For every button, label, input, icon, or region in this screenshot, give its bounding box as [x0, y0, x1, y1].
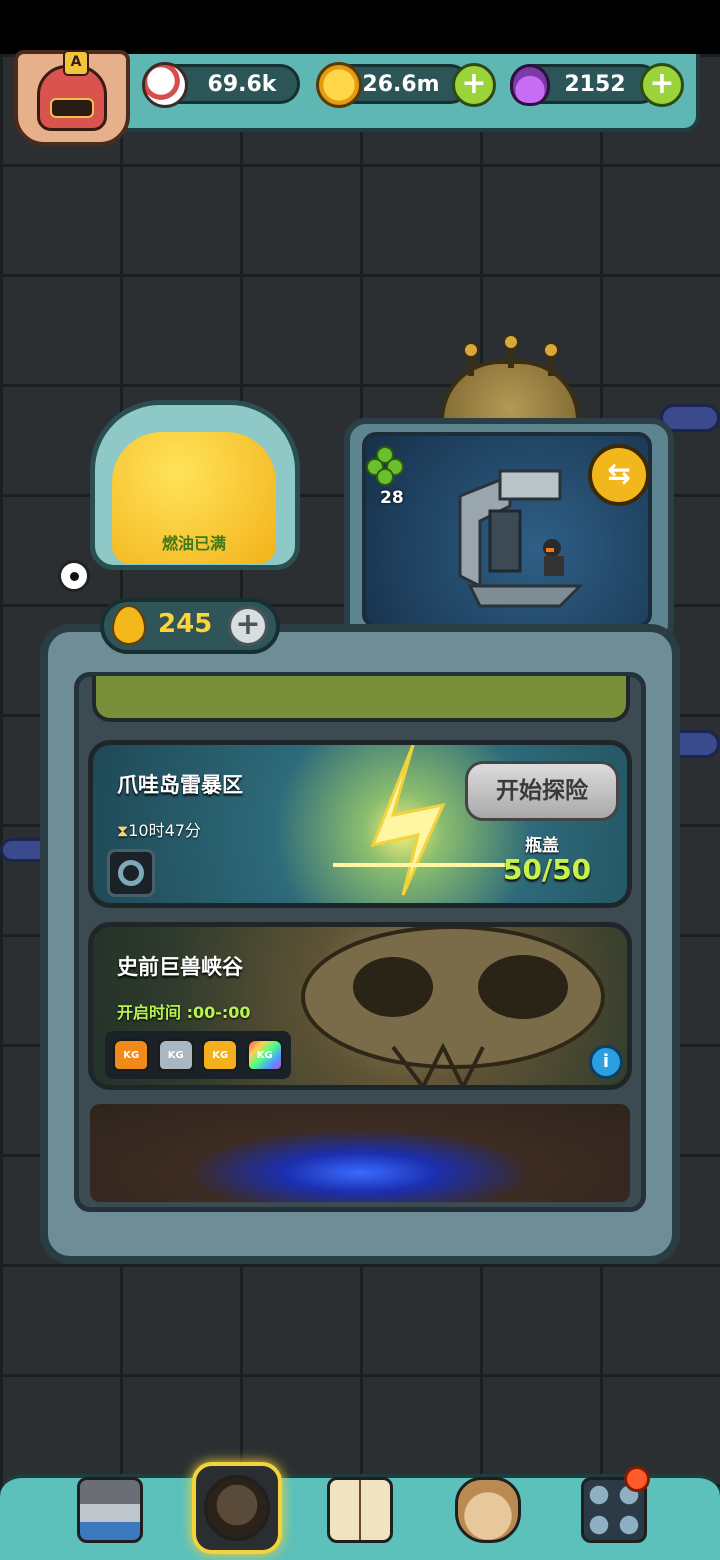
nav-book[interactable]	[318, 1468, 402, 1552]
hourglass-icon: ⧗	[117, 821, 129, 840]
level-timer-value: 10时47分	[128, 821, 201, 840]
drill-rig-illustration	[458, 469, 584, 608]
notification-dot	[624, 1466, 650, 1492]
fuel-drop-icon	[112, 605, 146, 645]
potion-flask-icon	[510, 64, 550, 106]
avatar-mouth	[50, 98, 94, 118]
level-card-storm-zone[interactable]: 爪哇岛雷暴区 ⧗10时47分 开始探险 瓶盖 50/50	[88, 740, 632, 908]
level-card-beast-canyon[interactable]: 史前巨兽峡谷 开启时间 :00-:00 KG KG KG KG i	[88, 922, 632, 1090]
weight-icon: KG	[157, 1039, 194, 1071]
nav-monster[interactable]	[192, 1462, 282, 1554]
reward-gear-icon[interactable]	[107, 849, 155, 897]
nav-bag[interactable]	[446, 1468, 530, 1552]
antenna	[543, 342, 559, 376]
book-icon	[327, 1477, 393, 1543]
weight-icon: KG	[113, 1039, 150, 1071]
open-time: 开启时间 :00-:00	[117, 1003, 251, 1022]
shop-building-icon	[77, 1477, 143, 1543]
weight-rewards: KG KG KG KG	[105, 1031, 291, 1079]
level-title: 爪哇岛雷暴区	[117, 773, 243, 797]
rank-letter-badge: A	[63, 50, 89, 76]
weight-icon: KG	[246, 1039, 283, 1071]
monster-icon	[204, 1475, 270, 1541]
previous-level-card-partial[interactable]	[92, 676, 630, 722]
gold-coin-icon	[316, 62, 362, 108]
bottle-cap-value: 50/50	[503, 853, 592, 886]
add-potion-button[interactable]: +	[640, 63, 684, 107]
eye-resource-value: 69.6k	[207, 71, 277, 97]
level-timer: ⧗10时47分	[117, 817, 201, 841]
add-coin-button[interactable]: +	[452, 63, 496, 107]
start-expedition-button[interactable]: 开始探险	[465, 761, 619, 821]
skull-fossil-illustration	[301, 927, 605, 1085]
weight-icon: KG	[202, 1039, 239, 1071]
potion-resource-value: 2152	[564, 71, 626, 97]
info-button[interactable]: i	[589, 1045, 623, 1079]
money-bag-icon	[455, 1477, 521, 1543]
status-bar	[0, 0, 720, 54]
fuel-full-label: 燃油已满	[161, 534, 226, 553]
eyeball-decoration-icon	[58, 560, 90, 592]
antenna	[463, 342, 479, 376]
clover-icon	[366, 446, 406, 486]
avatar-monster-face: A	[37, 50, 107, 131]
swap-button[interactable]: ⇆	[588, 444, 650, 506]
portal-tunnel	[90, 1104, 630, 1202]
level-title: 史前巨兽峡谷	[117, 955, 243, 979]
eyeball-icon	[142, 62, 188, 108]
nav-shop[interactable]	[68, 1468, 152, 1552]
player-avatar-button[interactable]: A	[14, 50, 130, 146]
coin-resource-value: 26.6m	[362, 71, 440, 97]
antenna	[503, 334, 519, 368]
add-fuel-button[interactable]: +	[228, 606, 268, 646]
fuel-amount: 245	[158, 609, 213, 639]
clover-count: 28	[380, 488, 404, 508]
